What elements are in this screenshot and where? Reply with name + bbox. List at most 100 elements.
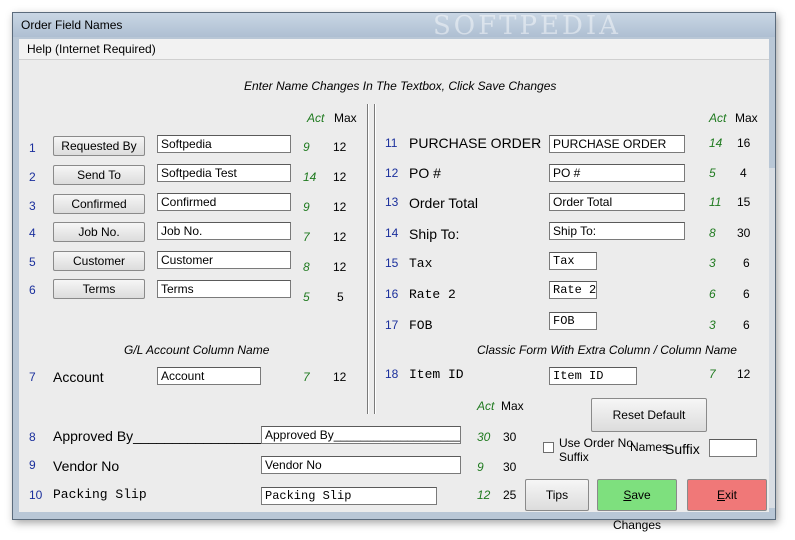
account-input[interactable]: Account [157,367,261,385]
act-count: 14 [303,170,317,184]
field-number: 12 [385,166,399,180]
use-order-no-suffix-checkbox[interactable] [543,442,554,453]
max-count: 12 [333,370,347,384]
fob-label: FOB [409,318,433,333]
max-count: 12 [333,200,347,214]
act-count: 9 [477,460,484,474]
item-id-input[interactable]: Item ID [549,367,637,385]
requested-by-button[interactable]: Requested By [53,136,145,156]
purchase-order-input[interactable]: PURCHASE ORDER [549,135,685,153]
bottom-max-header: Max [501,399,524,413]
customer-input[interactable]: Customer [157,251,291,269]
order-total-input[interactable]: Order Total [549,193,685,211]
max-count: 30 [503,460,517,474]
act-count: 3 [709,318,716,332]
job-no-button[interactable]: Job No. [53,222,145,242]
use-order-no-label: Use Order No. [559,436,637,450]
left-max-header: Max [334,111,357,125]
confirmed-input[interactable]: Confirmed [157,193,291,211]
customer-button[interactable]: Customer [53,251,145,271]
column-divider-highlight [375,104,376,414]
terms-button[interactable]: Terms [53,279,145,299]
left-act-header: Act [307,111,325,125]
terms-input[interactable]: Terms [157,280,291,298]
act-count: 7 [709,367,716,381]
ship-to-label: Ship To: [409,226,460,242]
order-field-names-window: Order Field Names SOFTPEDIA Help (Intern… [12,11,776,532]
act-count: 3 [709,256,716,270]
act-count: 30 [477,430,491,444]
max-count: 12 [333,260,347,274]
act-count: 9 [303,200,310,214]
max-count: 6 [743,256,750,270]
field-number: 6 [29,283,36,297]
vendor-no-input[interactable]: Vendor No [261,456,461,474]
act-count: 14 [709,136,723,150]
field-number: 8 [29,430,36,444]
save-label: ave Changes [612,488,662,532]
act-count: 5 [303,290,310,304]
suffix-input[interactable] [709,439,757,457]
approved-by-input[interactable]: Approved By___________________ [261,426,461,444]
ship-to-input[interactable]: Ship To: [549,222,685,240]
field-number: 16 [385,287,399,301]
rate-2-label: Rate 2 [409,287,456,302]
right-act-header: Act [709,111,727,125]
field-number: 13 [385,195,399,209]
max-count: 6 [743,318,750,332]
max-count: 25 [503,488,517,502]
send-to-button[interactable]: Send To [53,165,145,185]
field-number: 10 [29,488,43,502]
field-number: 4 [29,226,36,240]
field-number: 3 [29,199,36,213]
window-title: Order Field Names [21,18,123,32]
field-number: 5 [29,255,36,269]
max-count: 12 [333,170,347,184]
field-number: 11 [385,136,398,150]
requested-by-input[interactable]: Softpedia [157,135,291,153]
reset-default-names-button[interactable]: Reset Default Names [591,398,707,454]
field-number: 15 [385,256,399,270]
order-total-label: Order Total [409,195,478,211]
act-count: 8 [303,260,310,274]
max-count: 15 [737,195,751,209]
max-count: 4 [740,166,747,180]
max-count: 5 [337,290,344,304]
tax-label: Tax [409,256,433,271]
job-no-input[interactable]: Job No. [157,222,291,240]
act-count: 11 [709,195,722,209]
suffix-label: Suffix [665,441,700,457]
act-count: 5 [709,166,716,180]
packing-slip-label: Packing Slip [53,487,147,502]
packing-slip-input[interactable]: Packing Slip [261,487,437,505]
bottom-act-header: Act [477,399,495,413]
account-label: Account [53,369,104,385]
field-number: 7 [29,370,36,384]
save-changes-button[interactable]: Save Changes [597,479,677,532]
max-count: 30 [503,430,517,444]
menu-bar: Help (Internet Required) [19,39,769,60]
exit-button[interactable]: Exit [687,479,767,511]
tips-button[interactable]: Tips [525,479,589,511]
field-number: 18 [385,367,399,381]
act-count: 9 [303,140,310,154]
watermark: SOFTPEDIA [433,11,621,41]
fob-input[interactable]: FOB [549,312,597,330]
max-count: 12 [333,230,347,244]
exit-label: xit [725,488,737,502]
title-bar[interactable]: Order Field Names SOFTPEDIA [13,11,775,41]
menu-help[interactable]: Help (Internet Required) [27,42,156,56]
field-number: 9 [29,458,36,472]
rate-2-input[interactable]: Rate 2 [549,281,597,299]
field-number: 2 [29,170,36,184]
max-count: 16 [737,136,751,150]
act-count: 8 [709,226,716,240]
gl-account-header: G/L Account Column Name [124,343,270,357]
confirmed-button[interactable]: Confirmed [53,194,145,214]
po-number-input[interactable]: PO # [549,164,685,182]
tax-input[interactable]: Tax [549,252,597,270]
po-number-label: PO # [409,165,441,181]
send-to-input[interactable]: Softpedia Test [157,164,291,182]
act-count: 12 [477,488,491,502]
form-client-area: Enter Name Changes In The Textbox, Click… [19,60,769,532]
